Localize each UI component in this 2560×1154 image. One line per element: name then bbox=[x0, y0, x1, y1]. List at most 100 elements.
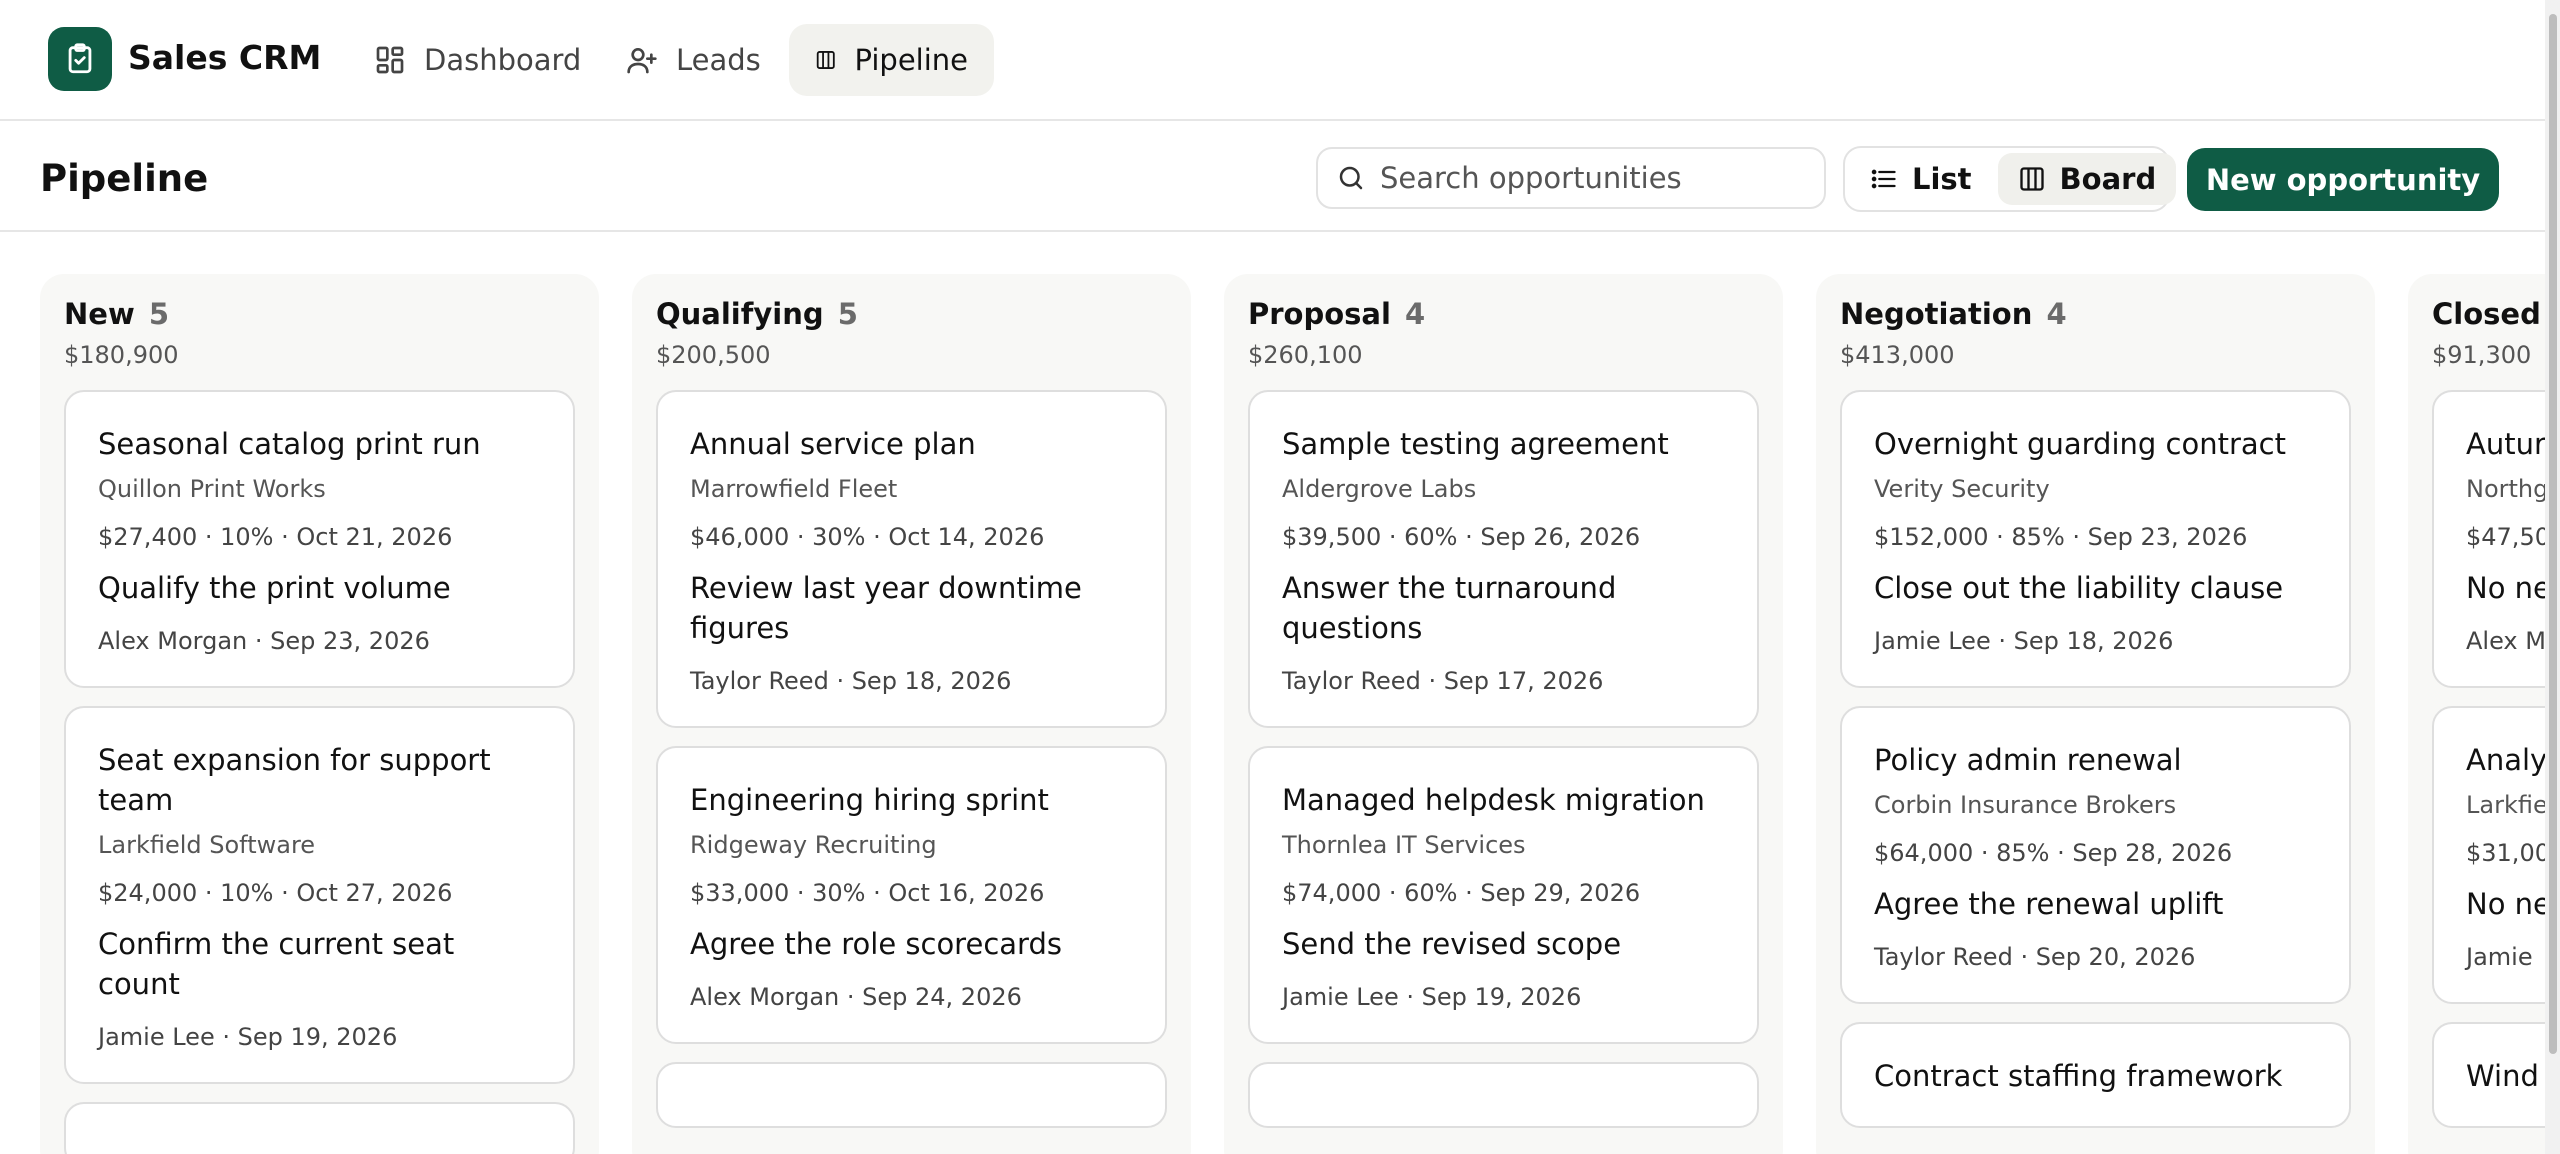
card-next-step: Agree the role scorecards bbox=[690, 927, 1062, 961]
card-title: Seasonal catalog print run bbox=[98, 427, 481, 461]
nav-leads-label: Leads bbox=[676, 43, 761, 77]
nav-dashboard-label: Dashboard bbox=[424, 43, 582, 77]
column-name: Qualifying bbox=[656, 297, 824, 331]
board-view-button[interactable]: Board bbox=[1997, 153, 2177, 205]
card-next-step: Close out the liability clause bbox=[1874, 571, 2284, 605]
top-navigation: Sales CRM Dashboard Leads Pipeline bbox=[0, 0, 2545, 121]
card-title: Overnight guarding contract bbox=[1874, 427, 2286, 461]
column-header: Closed bbox=[2432, 296, 2545, 332]
dashboard-icon bbox=[376, 46, 404, 74]
card-next-step: Answer the turnaround questions bbox=[1282, 571, 1617, 645]
card-company: Larkfield Software bbox=[98, 831, 316, 859]
card-owner: Jamie Lee · Sep 18, 2026 bbox=[1874, 627, 2174, 655]
view-toggle: List Board bbox=[1843, 146, 2177, 212]
column-proposal: Proposal 4 $260,100 Sample testing agree… bbox=[1224, 274, 1783, 1154]
column-new: New 5 $180,900 Seasonal catalog print ru… bbox=[40, 274, 599, 1154]
columns-icon bbox=[816, 51, 835, 69]
card-title: Wind bbox=[2466, 1059, 2539, 1093]
list-icon bbox=[1871, 169, 1896, 189]
card-owner: Taylor Reed · Sep 20, 2026 bbox=[1874, 943, 2196, 971]
user-plus-icon bbox=[627, 48, 657, 74]
card-company: Quillon Print Works bbox=[98, 475, 326, 503]
column-negotiation: Negotiation 4 $413,000 Overnight guardin… bbox=[1816, 274, 2375, 1154]
opportunity-card[interactable]: Contract staffing framework bbox=[1840, 1022, 2351, 1128]
column-total: $91,300 bbox=[2432, 341, 2532, 369]
card-title: Managed helpdesk migration bbox=[1282, 783, 1705, 817]
column-name: Proposal bbox=[1248, 297, 1391, 331]
card-owner: Taylor Reed · Sep 17, 2026 bbox=[1282, 667, 1604, 695]
card-meta: $152,000 · 85% · Sep 23, 2026 bbox=[1874, 523, 2248, 551]
columns-icon bbox=[2019, 167, 2044, 191]
page-title: Pipeline bbox=[40, 157, 209, 200]
opportunity-card[interactable] bbox=[656, 1062, 1167, 1128]
search-input[interactable] bbox=[1380, 161, 1800, 195]
column-qualifying: Qualifying 5 $200,500 Annual service pla… bbox=[632, 274, 1191, 1154]
card-company: Northg bbox=[2466, 475, 2545, 503]
column-header: Proposal 4 bbox=[1248, 296, 1759, 332]
opportunity-card[interactable]: Overnight guarding contract Verity Secur… bbox=[1840, 390, 2351, 688]
card-next-step: No ne bbox=[2466, 571, 2545, 605]
card-next-step: Confirm the current seat count bbox=[98, 927, 455, 1001]
column-header: Negotiation 4 bbox=[1840, 296, 2351, 332]
column-count: 5 bbox=[148, 297, 170, 331]
search-icon bbox=[1339, 166, 1363, 190]
card-company: Marrowfield Fleet bbox=[690, 475, 898, 503]
opportunity-card[interactable]: Autur Northg $47,50 No ne Alex M bbox=[2432, 390, 2545, 688]
opportunity-card[interactable] bbox=[64, 1102, 575, 1154]
opportunity-card[interactable]: Engineering hiring sprint Ridgeway Recru… bbox=[656, 746, 1167, 1044]
card-title: Seat expansion for support team bbox=[98, 743, 491, 817]
opportunity-card[interactable]: Annual service plan Marrowfield Fleet $4… bbox=[656, 390, 1167, 728]
column-name: New bbox=[64, 297, 135, 331]
card-meta: $47,50 bbox=[2466, 523, 2545, 551]
card-meta: $64,000 · 85% · Sep 28, 2026 bbox=[1874, 839, 2233, 867]
card-owner: Jamie bbox=[2466, 943, 2533, 971]
card-owner: Jamie Lee · Sep 19, 2026 bbox=[98, 1023, 398, 1051]
card-owner: Jamie Lee · Sep 19, 2026 bbox=[1282, 983, 1582, 1011]
card-company: Verity Security bbox=[1874, 475, 2050, 503]
nav-dashboard[interactable]: Dashboard bbox=[348, 24, 607, 96]
card-title: Sample testing agreement bbox=[1282, 427, 1669, 461]
card-company: Thornlea IT Services bbox=[1282, 831, 1526, 859]
brand-name[interactable]: Sales CRM bbox=[128, 38, 321, 78]
clipboard-check-icon[interactable] bbox=[48, 27, 112, 91]
card-next-step: No ne bbox=[2466, 887, 2545, 921]
card-meta: $31,00 bbox=[2466, 839, 2545, 867]
column-name: Negotiation bbox=[1840, 297, 2033, 331]
card-owner: Alex Morgan · Sep 23, 2026 bbox=[98, 627, 430, 655]
column-count: 4 bbox=[2046, 297, 2067, 331]
opportunity-card[interactable]: Seasonal catalog print run Quillon Print… bbox=[64, 390, 575, 688]
card-title: Annual service plan bbox=[690, 427, 976, 461]
opportunity-card[interactable] bbox=[1248, 1062, 1759, 1128]
column-closed: Closed $91,300 Autur Northg $47,50 No ne… bbox=[2408, 274, 2545, 1154]
opportunity-card[interactable]: Wind bbox=[2432, 1022, 2545, 1128]
opportunity-card[interactable]: Seat expansion for support team Larkfiel… bbox=[64, 706, 575, 1084]
card-company: Ridgeway Recruiting bbox=[690, 831, 937, 859]
card-next-step: Review last year downtime figures bbox=[690, 571, 1082, 645]
opportunity-card[interactable]: Sample testing agreement Aldergrove Labs… bbox=[1248, 390, 1759, 728]
search-box[interactable] bbox=[1316, 147, 1826, 209]
list-view-button[interactable]: List bbox=[1850, 153, 1992, 205]
board-view-label: Board bbox=[2059, 162, 2157, 196]
card-company: Larkfie bbox=[2466, 791, 2545, 819]
card-meta: $39,500 · 60% · Sep 26, 2026 bbox=[1282, 523, 1641, 551]
card-owner: Alex M bbox=[2466, 627, 2545, 655]
column-count: 4 bbox=[1405, 297, 1426, 331]
list-view-label: List bbox=[1912, 162, 1972, 196]
card-company: Corbin Insurance Brokers bbox=[1874, 791, 2177, 819]
nav-leads[interactable]: Leads bbox=[600, 24, 787, 96]
pipeline-board: New 5 $180,900 Seasonal catalog print ru… bbox=[0, 232, 2545, 1154]
opportunity-card[interactable]: Policy admin renewal Corbin Insurance Br… bbox=[1840, 706, 2351, 1004]
card-title: Analy bbox=[2466, 743, 2545, 777]
column-name: Closed bbox=[2432, 297, 2541, 331]
scrollbar-thumb[interactable] bbox=[2549, 14, 2557, 1054]
card-title: Engineering hiring sprint bbox=[690, 783, 1049, 817]
opportunity-card[interactable]: Analy Larkfie $31,00 No ne Jamie bbox=[2432, 706, 2545, 1004]
opportunity-card[interactable]: Managed helpdesk migration Thornlea IT S… bbox=[1248, 746, 1759, 1044]
nav-pipeline[interactable]: Pipeline bbox=[789, 24, 994, 96]
column-total: $413,000 bbox=[1840, 341, 1955, 369]
new-opportunity-button[interactable]: New opportunity bbox=[2187, 148, 2499, 211]
card-meta: $46,000 · 30% · Oct 14, 2026 bbox=[690, 523, 1045, 551]
card-meta: $74,000 · 60% · Sep 29, 2026 bbox=[1282, 879, 1641, 907]
card-next-step: Send the revised scope bbox=[1282, 927, 1622, 961]
card-title: Policy admin renewal bbox=[1874, 743, 2182, 777]
